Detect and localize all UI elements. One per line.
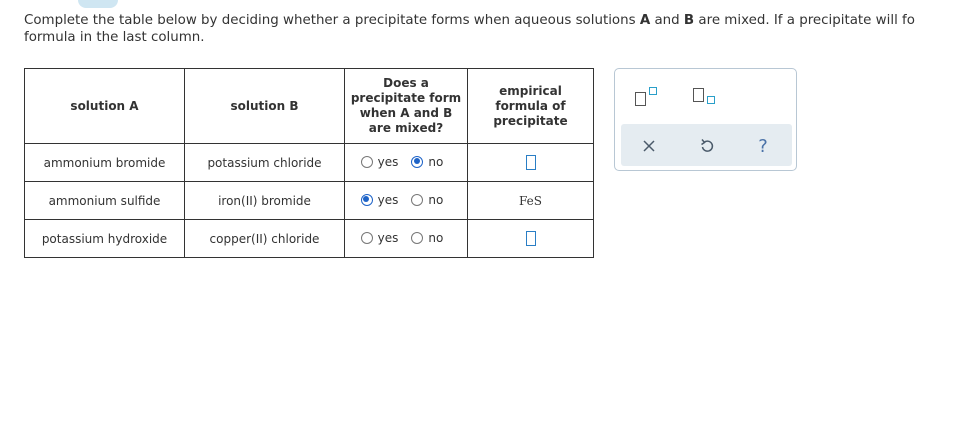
help-icon: ?: [758, 135, 768, 157]
superscript-tool-button[interactable]: [635, 86, 665, 110]
subscript-tool-button[interactable]: [693, 86, 723, 110]
radio-yes[interactable]: [360, 193, 373, 206]
radio-no[interactable]: [411, 193, 424, 206]
top-tab-handle: [78, 0, 118, 8]
undo-button[interactable]: [697, 136, 717, 156]
superscript-exponent-icon: [649, 87, 657, 95]
tool-palette: ?: [614, 68, 797, 171]
table-header-row: solution A solution B Does a precipitate…: [24, 68, 594, 144]
cell-formula: FeS: [467, 181, 594, 220]
header-empirical-formula: empirical formula of precipitate: [467, 68, 594, 144]
table-row: ammonium bromide potassium chloride yes …: [24, 143, 594, 182]
table-row: potassium hydroxide copper(II) chloride …: [24, 219, 594, 258]
cell-precipitate-choice: yes no: [344, 219, 468, 258]
radio-no[interactable]: [411, 155, 424, 168]
subscript-index-icon: [707, 96, 715, 104]
cell-precipitate-choice: yes no: [344, 181, 468, 220]
radio-no[interactable]: [411, 231, 424, 244]
cell-precipitate-choice: yes no: [344, 143, 468, 182]
instructions-text: Complete the table below by deciding whe…: [24, 12, 959, 46]
undo-icon: [701, 139, 714, 152]
radio-yes[interactable]: [360, 155, 373, 168]
cell-solution-b: copper(II) chloride: [184, 219, 345, 258]
header-precipitate-question: Does a precipitate form when A and B are…: [344, 68, 468, 144]
formula-input[interactable]: [525, 231, 536, 246]
help-button[interactable]: ?: [753, 135, 773, 157]
table-row: ammonium sulfide iron(II) bromide yes no…: [24, 181, 594, 220]
subscript-base-icon: [693, 88, 704, 102]
cell-formula: [467, 219, 594, 258]
cell-solution-a: ammonium bromide: [24, 143, 185, 182]
cell-solution-b: iron(II) bromide: [184, 181, 345, 220]
cell-solution-b: potassium chloride: [184, 143, 345, 182]
instructions-line-1: Complete the table below by deciding whe…: [24, 13, 915, 28]
precipitate-table: solution A solution B Does a precipitate…: [24, 68, 594, 258]
header-solution-b: solution B: [184, 68, 345, 144]
formula-input[interactable]: [525, 155, 536, 170]
cell-formula: [467, 143, 594, 182]
cell-solution-a: ammonium sulfide: [24, 181, 185, 220]
action-bar: ?: [621, 124, 792, 166]
instructions-line-2: formula in the last column.: [24, 30, 205, 45]
clear-button[interactable]: [639, 136, 659, 156]
formula-value[interactable]: FeS: [519, 194, 542, 208]
cell-solution-a: potassium hydroxide: [24, 219, 185, 258]
superscript-base-icon: [635, 92, 646, 106]
radio-yes[interactable]: [360, 231, 373, 244]
clear-icon: [643, 140, 655, 152]
header-solution-a: solution A: [24, 68, 185, 144]
